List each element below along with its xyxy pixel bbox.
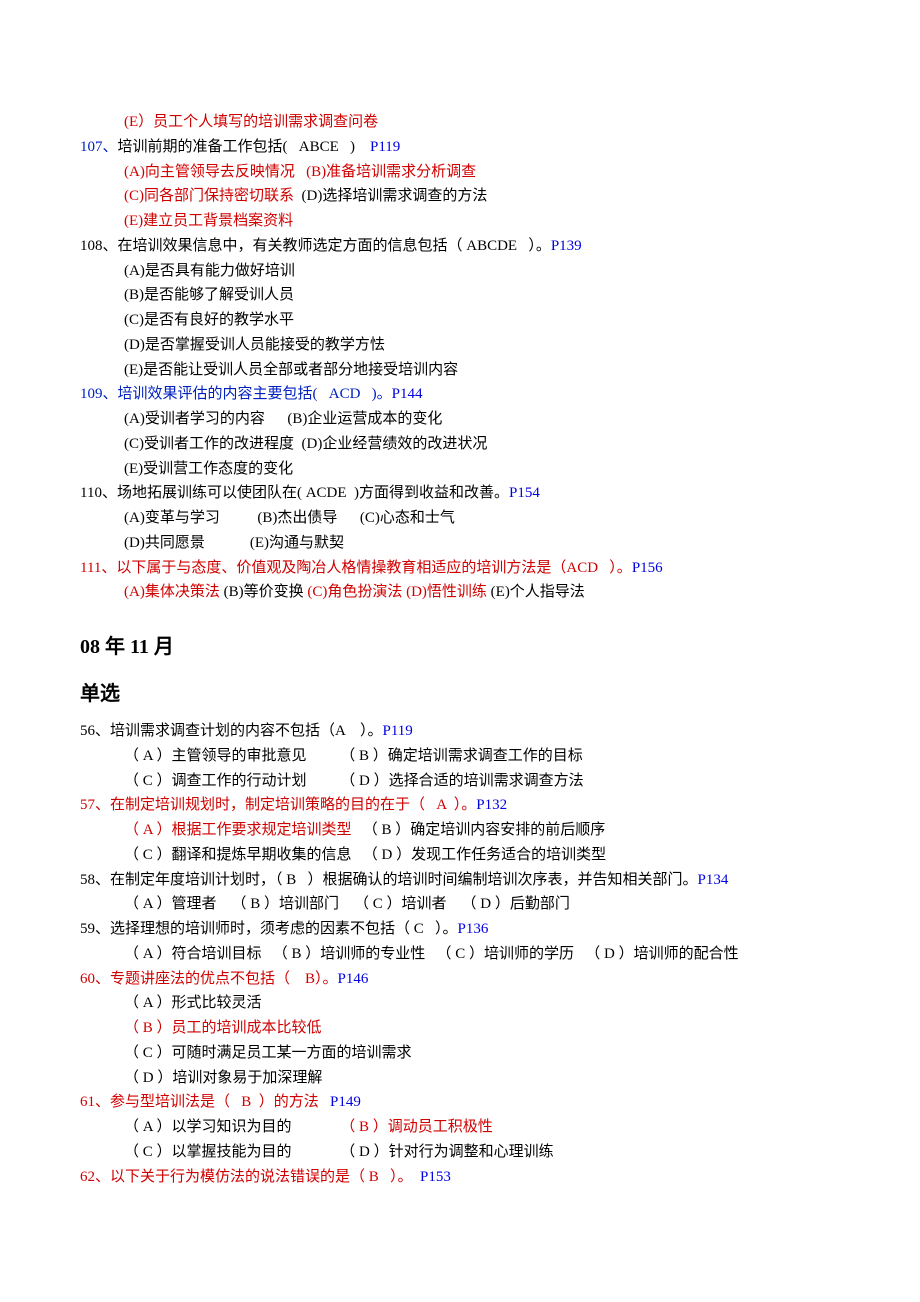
text-span: (A)集体决策法 bbox=[124, 584, 224, 600]
text-line: 61、参与型培训法是（ B ）的方法 P149 bbox=[80, 1090, 840, 1115]
text-line: (A)向主管领导去反映情况 (B)准备培训需求分析调查 bbox=[80, 160, 840, 185]
text-line: 109、培训效果评估的内容主要包括( ACD )。P144 bbox=[80, 382, 840, 407]
text-span: P139 bbox=[551, 238, 582, 254]
text-span: （ C ）调查工作的行动计划 （ D ）选择合适的培训需求调查方法 bbox=[124, 773, 584, 789]
text-line: (C)同各部门保持密切联系 (D)选择培训需求调查的方法 bbox=[80, 184, 840, 209]
text-span: P149 bbox=[330, 1094, 361, 1110]
text-line: 62、以下关于行为模仿法的说法错误的是（ B ）。 P153 bbox=[80, 1165, 840, 1190]
text-line: 56、培训需求调查计划的内容不包括（A ）。P119 bbox=[80, 719, 840, 744]
text-line: 108、在培训效果信息中，有关教师选定方面的信息包括（ ABCDE ）。P139 bbox=[80, 234, 840, 259]
text-line: (D)共同愿景 (E)沟通与默契 bbox=[80, 531, 840, 556]
text-span: (B)是否能够了解受训人员 bbox=[124, 287, 294, 303]
text-span: （ B ）确定培训内容安排的前后顺序 bbox=[352, 822, 606, 838]
text-span: (A)是否具有能力做好培训 bbox=[124, 263, 295, 279]
text-span: 108、在培训效果信息中，有关教师选定方面的信息包括（ ABCDE ）。 bbox=[80, 238, 551, 254]
text-span: (C)角色扮演法 (D)悟性训练 bbox=[307, 584, 490, 600]
text-span: （ B ）员工的培训成本比较低 bbox=[124, 1020, 322, 1036]
text-span: (D)选择培训需求调查的方法 bbox=[294, 188, 487, 204]
text-line: 57、在制定培训规划时，制定培训策略的目的在于（ A ）。P132 bbox=[80, 793, 840, 818]
text-span: 培训前期的准备工作包括( ABCE ) bbox=[118, 139, 371, 155]
text-span: 58、在制定年度培训计划时，（ B ）根据确认的培训时间编制培训次序表，并告知相… bbox=[80, 872, 698, 888]
text-span: （ A ）形式比较灵活 bbox=[124, 995, 262, 1011]
text-span: （ B ）调动员工积极性 bbox=[340, 1119, 493, 1135]
text-span: 56、培训需求调查计划的内容不包括（A ）。 bbox=[80, 723, 383, 739]
text-span: 61、参与型培训法是（ B ）的方法 bbox=[80, 1094, 330, 1110]
text-line: (A)变革与学习 (B)杰出债导 (C)心态和士气 bbox=[80, 506, 840, 531]
text-span: P156 bbox=[632, 560, 663, 576]
text-span: (E)受训营工作态度的变化 bbox=[124, 461, 293, 477]
text-line: (A)是否具有能力做好培训 bbox=[80, 259, 840, 284]
text-span: (C)同各部门保持密切联系 bbox=[124, 188, 294, 204]
text-span: 62、以下关于行为模仿法的说法错误的是（ B ）。 bbox=[80, 1169, 420, 1185]
text-line: （ A ）管理者 （ B ）培训部门 （ C ）培训者 （ D ）后勤部门 bbox=[80, 892, 840, 917]
text-span: P132 bbox=[476, 797, 507, 813]
text-span: 110、场地拓展训练可以使团队在( ACDE )方面得到收益和改善。 bbox=[80, 485, 509, 501]
text-span: 109、培训效果评估的内容主要包括( ACD )。 bbox=[80, 386, 392, 402]
text-line: (E)是否能让受训人员全部或者部分地接受培训内容 bbox=[80, 358, 840, 383]
text-line: （ A ）形式比较灵活 bbox=[80, 991, 840, 1016]
text-span: P136 bbox=[458, 921, 489, 937]
text-line: (E）员工个人填写的培训需求调查问卷 bbox=[80, 110, 840, 135]
text-span: P144 bbox=[392, 386, 423, 402]
text-span: P146 bbox=[338, 971, 369, 987]
text-span: P134 bbox=[698, 872, 729, 888]
text-span: (A)向主管领导去反映情况 (B)准备培训需求分析调查 bbox=[124, 164, 476, 180]
text-line: (C)是否有良好的教学水平 bbox=[80, 308, 840, 333]
text-span: (A)受训者学习的内容 (B)企业运营成本的变化 bbox=[124, 411, 442, 427]
section-heading-date: 08 年 11 月 bbox=[80, 631, 840, 664]
text-line: （ A ）根据工作要求规定培训类型 （ B ）确定培训内容安排的前后顺序 bbox=[80, 818, 840, 843]
text-line: (A)受训者学习的内容 (B)企业运营成本的变化 bbox=[80, 407, 840, 432]
text-span: （ D ）培训对象易于加深理解 bbox=[124, 1070, 322, 1086]
text-span: （ A ）管理者 （ B ）培训部门 （ C ）培训者 （ D ）后勤部门 bbox=[124, 896, 570, 912]
text-line: 110、场地拓展训练可以使团队在( ACDE )方面得到收益和改善。P154 bbox=[80, 481, 840, 506]
text-span: P153 bbox=[420, 1169, 451, 1185]
text-span: (C)受训者工作的改进程度 (D)企业经营绩效的改进状况 bbox=[124, 436, 487, 452]
text-line: (E)受训营工作态度的变化 bbox=[80, 457, 840, 482]
text-span: （ A ）符合培训目标 （ B ）培训师的专业性 （ C ）培训师的学历 （ D… bbox=[124, 946, 739, 962]
text-line: （ A ）符合培训目标 （ B ）培训师的专业性 （ C ）培训师的学历 （ D… bbox=[80, 942, 840, 967]
text-line: 107、培训前期的准备工作包括( ABCE ) P119 bbox=[80, 135, 840, 160]
text-line: (E)建立员工背景档案资料 bbox=[80, 209, 840, 234]
text-span: (E)个人指导法 bbox=[491, 584, 585, 600]
text-line: (D)是否掌握受训人员能接受的教学方怯 bbox=[80, 333, 840, 358]
text-span: (D)共同愿景 (E)沟通与默契 bbox=[124, 535, 344, 551]
text-line: （ C ）以掌握技能为目的 （ D ）针对行为调整和心理训练 bbox=[80, 1140, 840, 1165]
text-line: 59、选择理想的培训师时，须考虑的因素不包括（ C ）。P136 bbox=[80, 917, 840, 942]
text-span: （ A ）根据工作要求规定培训类型 bbox=[124, 822, 352, 838]
text-span: (B)等价变换 bbox=[224, 584, 308, 600]
text-span: (E)建立员工背景档案资料 bbox=[124, 213, 293, 229]
text-line: （ A ）以学习知识为目的 （ B ）调动员工积极性 bbox=[80, 1115, 840, 1140]
text-span: P154 bbox=[509, 485, 540, 501]
text-span: (E）员工个人填写的培训需求调查问卷 bbox=[124, 114, 378, 130]
text-line: （ D ）培训对象易于加深理解 bbox=[80, 1066, 840, 1091]
text-span: P119 bbox=[370, 139, 400, 155]
section-heading-type: 单选 bbox=[80, 678, 840, 711]
text-span: 59、选择理想的培训师时，须考虑的因素不包括（ C ）。 bbox=[80, 921, 458, 937]
text-span: （ C ）可随时满足员工某一方面的培训需求 bbox=[124, 1045, 412, 1061]
text-span: （ A ）以学习知识为目的 bbox=[124, 1119, 340, 1135]
text-span: （ C ）翻译和提炼早期收集的信息 （ D ）发现工作任务适合的培训类型 bbox=[124, 847, 606, 863]
text-span: (C)是否有良好的教学水平 bbox=[124, 312, 294, 328]
text-line: （ C ）翻译和提炼早期收集的信息 （ D ）发现工作任务适合的培训类型 bbox=[80, 843, 840, 868]
text-span: 111、以下属于与态度、价值观及陶冶人格情操教育相适应的培训方法是（ACD ）。 bbox=[80, 560, 632, 576]
text-line: (C)受训者工作的改进程度 (D)企业经营绩效的改进状况 bbox=[80, 432, 840, 457]
text-line: （ C ）调查工作的行动计划 （ D ）选择合适的培训需求调查方法 bbox=[80, 769, 840, 794]
text-span: (A)变革与学习 (B)杰出债导 (C)心态和士气 bbox=[124, 510, 455, 526]
text-line: (B)是否能够了解受训人员 bbox=[80, 283, 840, 308]
text-span: (D)是否掌握受训人员能接受的教学方怯 bbox=[124, 337, 385, 353]
text-span: (E)是否能让受训人员全部或者部分地接受培训内容 bbox=[124, 362, 458, 378]
text-span: 107、 bbox=[80, 139, 118, 155]
text-span: 57、在制定培训规划时，制定培训策略的目的在于（ A ）。 bbox=[80, 797, 476, 813]
text-line: （ B ）员工的培训成本比较低 bbox=[80, 1016, 840, 1041]
text-line: 58、在制定年度培训计划时，（ B ）根据确认的培训时间编制培训次序表，并告知相… bbox=[80, 868, 840, 893]
text-line: 60、专题讲座法的优点不包括（ B）。P146 bbox=[80, 967, 840, 992]
text-line: （ C ）可随时满足员工某一方面的培训需求 bbox=[80, 1041, 840, 1066]
text-span: P119 bbox=[383, 723, 413, 739]
text-line: (A)集体决策法 (B)等价变换 (C)角色扮演法 (D)悟性训练 (E)个人指… bbox=[80, 580, 840, 605]
text-span: （ C ）以掌握技能为目的 （ D ）针对行为调整和心理训练 bbox=[124, 1144, 554, 1160]
text-span: （ A ）主管领导的审批意见 （ B ）确定培训需求调查工作的目标 bbox=[124, 748, 583, 764]
text-span: 60、专题讲座法的优点不包括（ B）。 bbox=[80, 971, 338, 987]
text-line: 111、以下属于与态度、价值观及陶冶人格情操教育相适应的培训方法是（ACD ）。… bbox=[80, 556, 840, 581]
text-line: （ A ）主管领导的审批意见 （ B ）确定培训需求调查工作的目标 bbox=[80, 744, 840, 769]
